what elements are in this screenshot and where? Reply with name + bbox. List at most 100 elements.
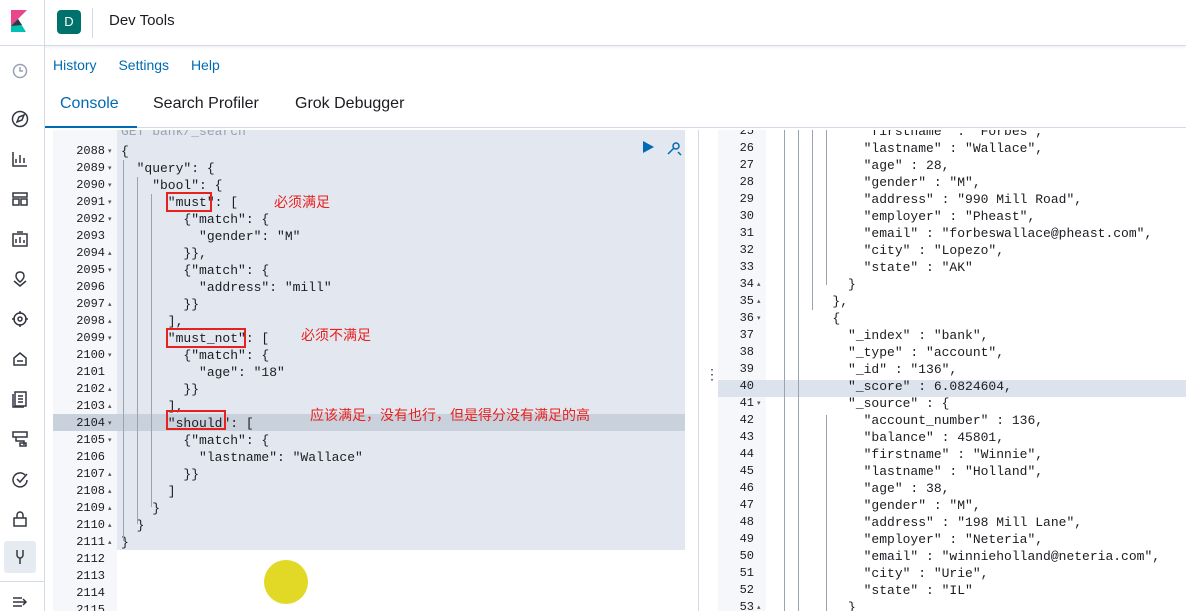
header-divider xyxy=(92,8,93,38)
request-method-line: GET bank/_search xyxy=(121,130,246,139)
line-number: 53 xyxy=(739,600,754,611)
code-line: "_index" : "bank", xyxy=(770,328,989,343)
line-number: 33 xyxy=(739,260,754,274)
fold-toggle-icon[interactable]: ▾ xyxy=(108,330,112,347)
fold-toggle-icon[interactable]: ▴ xyxy=(108,534,112,551)
indent-guide xyxy=(798,130,799,611)
line-number: 31 xyxy=(739,226,754,240)
fold-toggle-icon[interactable]: ▴ xyxy=(757,276,761,293)
canvas-icon[interactable] xyxy=(9,228,31,250)
kibana-logo[interactable] xyxy=(0,0,45,45)
help-link[interactable]: Help xyxy=(191,57,220,73)
history-link[interactable]: History xyxy=(53,57,97,73)
line-number: 47 xyxy=(739,498,754,512)
discover-compass-icon[interactable] xyxy=(9,108,31,130)
ml-icon[interactable] xyxy=(9,308,31,330)
request-options-wrench-icon[interactable] xyxy=(665,139,683,162)
siem-lock-icon[interactable] xyxy=(9,508,31,530)
line-number: 37 xyxy=(739,328,754,342)
line-number: 2102 xyxy=(76,382,105,396)
collapse-nav-icon[interactable] xyxy=(9,591,31,613)
fold-toggle-icon[interactable]: ▴ xyxy=(108,296,112,313)
line-number: 2108 xyxy=(76,484,105,498)
fold-toggle-icon[interactable]: ▾ xyxy=(108,177,112,194)
indent-guide xyxy=(826,130,827,285)
line-number: 2091 xyxy=(76,195,105,209)
apm-icon[interactable] xyxy=(9,428,31,450)
line-number: 51 xyxy=(739,566,754,580)
fold-toggle-icon[interactable]: ▾ xyxy=(108,160,112,177)
dev-tools-wrench-icon[interactable] xyxy=(4,541,36,573)
code-line: "city" : "Urie", xyxy=(770,566,989,581)
line-number: 28 xyxy=(739,175,754,189)
line-number: 38 xyxy=(739,345,754,359)
tab-console[interactable]: Console xyxy=(60,95,119,113)
indent-guide xyxy=(826,415,827,611)
fold-toggle-icon[interactable]: ▴ xyxy=(108,398,112,415)
fold-toggle-icon[interactable]: ▴ xyxy=(108,483,112,500)
fold-toggle-icon[interactable]: ▴ xyxy=(108,517,112,534)
line-number: 44 xyxy=(739,447,754,461)
code-line: "state" : "AK" xyxy=(770,260,973,275)
line-number: 2093 xyxy=(76,229,105,243)
line-number: 43 xyxy=(739,430,754,444)
line-number: 2105 xyxy=(76,433,105,447)
line-number: 45 xyxy=(739,464,754,478)
fold-toggle-icon[interactable]: ▾ xyxy=(757,310,761,327)
settings-link[interactable]: Settings xyxy=(118,57,169,73)
maps-icon[interactable] xyxy=(9,268,31,290)
fold-toggle-icon[interactable]: ▾ xyxy=(108,211,112,228)
fold-toggle-icon[interactable]: ▴ xyxy=(108,381,112,398)
line-number: 32 xyxy=(739,243,754,257)
tab-search-profiler[interactable]: Search Profiler xyxy=(153,95,259,113)
code-line: } xyxy=(770,600,856,611)
fold-toggle-icon[interactable]: ▾ xyxy=(108,415,112,432)
should-highlight-box xyxy=(166,410,226,430)
must-not-highlight-box xyxy=(166,328,246,348)
code-line: "employer" : "Pheast", xyxy=(770,209,1036,224)
visualize-chart-icon[interactable] xyxy=(9,148,31,170)
must-highlight-box xyxy=(166,192,212,212)
fold-toggle-icon[interactable]: ▾ xyxy=(108,347,112,364)
top-header: D Dev Tools xyxy=(0,0,1186,46)
app-title: Dev Tools xyxy=(109,12,175,29)
fold-toggle-icon[interactable]: ▴ xyxy=(757,599,761,611)
line-number: 2088 xyxy=(76,144,105,158)
space-avatar[interactable]: D xyxy=(57,10,81,34)
uptime-icon[interactable] xyxy=(9,468,31,490)
fold-toggle-icon[interactable]: ▴ xyxy=(108,500,112,517)
code-line: { xyxy=(121,144,129,159)
line-number: 50 xyxy=(739,549,754,563)
infrastructure-icon[interactable] xyxy=(9,348,31,370)
code-line: }} xyxy=(121,382,200,397)
fold-toggle-icon[interactable]: ▴ xyxy=(757,293,761,310)
fold-toggle-icon[interactable]: ▴ xyxy=(108,313,112,330)
line-number: 36 xyxy=(739,311,754,325)
pane-resize-handle[interactable]: ⋮ xyxy=(698,130,719,611)
recent-clock-icon[interactable] xyxy=(9,60,31,82)
code-line: "firstname" : "Forbes", xyxy=(770,130,1044,139)
logs-icon[interactable] xyxy=(9,388,31,410)
line-number: 29 xyxy=(739,192,754,206)
fold-toggle-icon[interactable]: ▾ xyxy=(108,262,112,279)
code-line: "address": "mill" xyxy=(121,280,332,295)
side-nav xyxy=(0,46,45,611)
fold-toggle-icon[interactable]: ▾ xyxy=(757,395,761,412)
tab-grok-debugger[interactable]: Grok Debugger xyxy=(295,95,404,113)
code-line: "age" : 38, xyxy=(770,481,950,496)
line-number: 40 xyxy=(739,379,754,393)
run-play-icon[interactable] xyxy=(641,140,655,159)
code-line: }} xyxy=(121,467,200,482)
fold-toggle-icon[interactable]: ▴ xyxy=(108,466,112,483)
dashboard-icon[interactable] xyxy=(9,188,31,210)
fold-toggle-icon[interactable]: ▾ xyxy=(108,143,112,160)
fold-toggle-icon[interactable]: ▾ xyxy=(108,194,112,211)
request-editor[interactable]: GET bank/_search 2088 ▾{2089 ▾ "query": {2… xyxy=(53,130,698,611)
line-number: 2110 xyxy=(76,518,105,532)
code-line: "age": "18" xyxy=(121,365,285,380)
indent-guide xyxy=(812,130,813,310)
line-number: 2114 xyxy=(76,586,105,600)
fold-toggle-icon[interactable]: ▴ xyxy=(108,245,112,262)
code-line: { xyxy=(770,311,841,326)
fold-toggle-icon[interactable]: ▾ xyxy=(108,432,112,449)
